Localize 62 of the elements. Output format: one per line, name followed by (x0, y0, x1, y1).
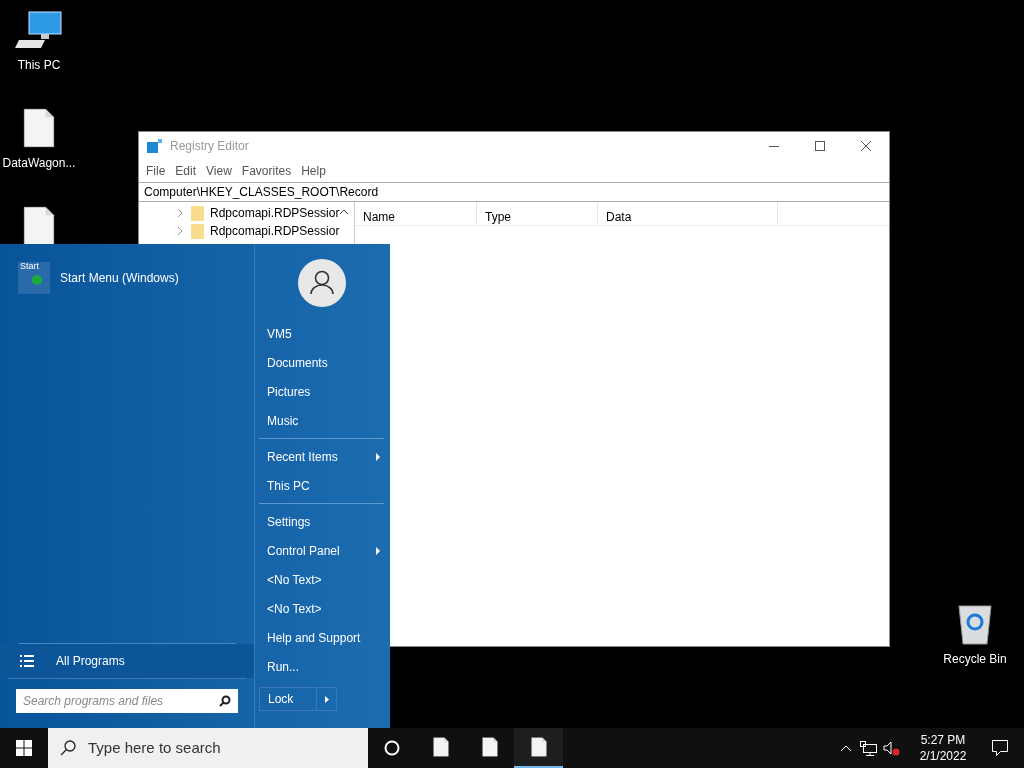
start-menu-item[interactable]: Control Panel (259, 536, 384, 565)
taskbar-search-field[interactable]: Type here to search (48, 728, 368, 768)
start-menu-item[interactable]: Run... (259, 652, 384, 681)
desktop-icon-label[interactable]: Recycle Bin (943, 650, 1007, 668)
start-menu-item[interactable]: Help and Support (259, 623, 384, 652)
folder-icon (191, 205, 204, 221)
menu-item[interactable]: Help (296, 162, 331, 180)
desktop-icon-label[interactable]: DataWagon... (2, 154, 76, 172)
file-icon (530, 737, 547, 757)
close-icon (861, 141, 871, 151)
column-header[interactable]: Type (477, 202, 598, 225)
clock[interactable]: 5:27 PM 2/1/2022 (910, 732, 976, 764)
list-icon (20, 654, 34, 668)
start-menu-item[interactable]: This PC (259, 471, 384, 500)
windows-logo-icon (16, 740, 32, 756)
network-icon[interactable] (860, 740, 877, 756)
start-logo: Start (18, 262, 50, 294)
menu-item[interactable]: Edit (170, 162, 202, 180)
muted-speaker-icon[interactable] (883, 740, 900, 756)
start-menu-item[interactable]: Recent Items (259, 442, 384, 471)
taskbar-app-button[interactable] (514, 728, 563, 768)
start-menu-item[interactable]: VM5 (259, 319, 384, 348)
registry-icon (147, 138, 162, 154)
start-menu-item[interactable]: Settings (259, 507, 384, 536)
chevron-right-icon[interactable] (177, 227, 183, 235)
all-programs-item[interactable]: All Programs (56, 652, 125, 670)
address-bar[interactable]: Computer\HKEY_CLASSES_ROOT\Record (139, 182, 889, 202)
menu-item[interactable]: File (141, 162, 171, 180)
user-avatar-icon[interactable] (297, 259, 346, 307)
column-header[interactable]: Data (598, 202, 778, 225)
scroll-up-icon[interactable] (340, 209, 348, 214)
search-field[interactable]: Search programs and files (16, 689, 238, 713)
search-icon (60, 740, 76, 756)
maximize-icon (815, 141, 825, 151)
start-menu-item[interactable]: Documents (259, 348, 384, 377)
start-menu-item[interactable]: <No Text> (259, 565, 384, 594)
window-title: Registry Editor (170, 138, 249, 155)
tree-item[interactable]: Rdpcomapi.RDPSessior (210, 204, 340, 222)
start-menu-program[interactable]: Start Menu (Windows) (60, 269, 179, 287)
start-menu-item[interactable]: Pictures (259, 377, 384, 406)
submenu-arrow-icon (376, 452, 380, 461)
recycle-bin-icon (955, 602, 995, 646)
start-menu-item[interactable]: Music (259, 406, 384, 435)
submenu-arrow-icon (376, 546, 380, 555)
desktop-icon-label[interactable]: This PC (17, 56, 61, 74)
speech-bubble-icon (992, 740, 1008, 756)
caret-icon (324, 695, 329, 703)
minimize-icon (769, 145, 779, 147)
chevron-up-icon[interactable] (840, 744, 852, 752)
menu-item[interactable]: View (201, 162, 237, 180)
search-icon (219, 695, 231, 707)
file-icon (432, 737, 449, 757)
file-icon (481, 737, 498, 757)
lock-button[interactable]: Lock (259, 687, 337, 711)
start-menu-item[interactable]: <No Text> (259, 594, 384, 623)
circle-icon (384, 740, 400, 756)
chevron-right-icon[interactable] (177, 209, 183, 217)
menu-item[interactable]: Favorites (236, 162, 297, 180)
folder-icon (191, 223, 204, 239)
tree-item[interactable]: Rdpcomapi.RDPSessior (210, 222, 340, 240)
column-header[interactable]: Name (355, 202, 477, 225)
file-icon (23, 106, 55, 150)
